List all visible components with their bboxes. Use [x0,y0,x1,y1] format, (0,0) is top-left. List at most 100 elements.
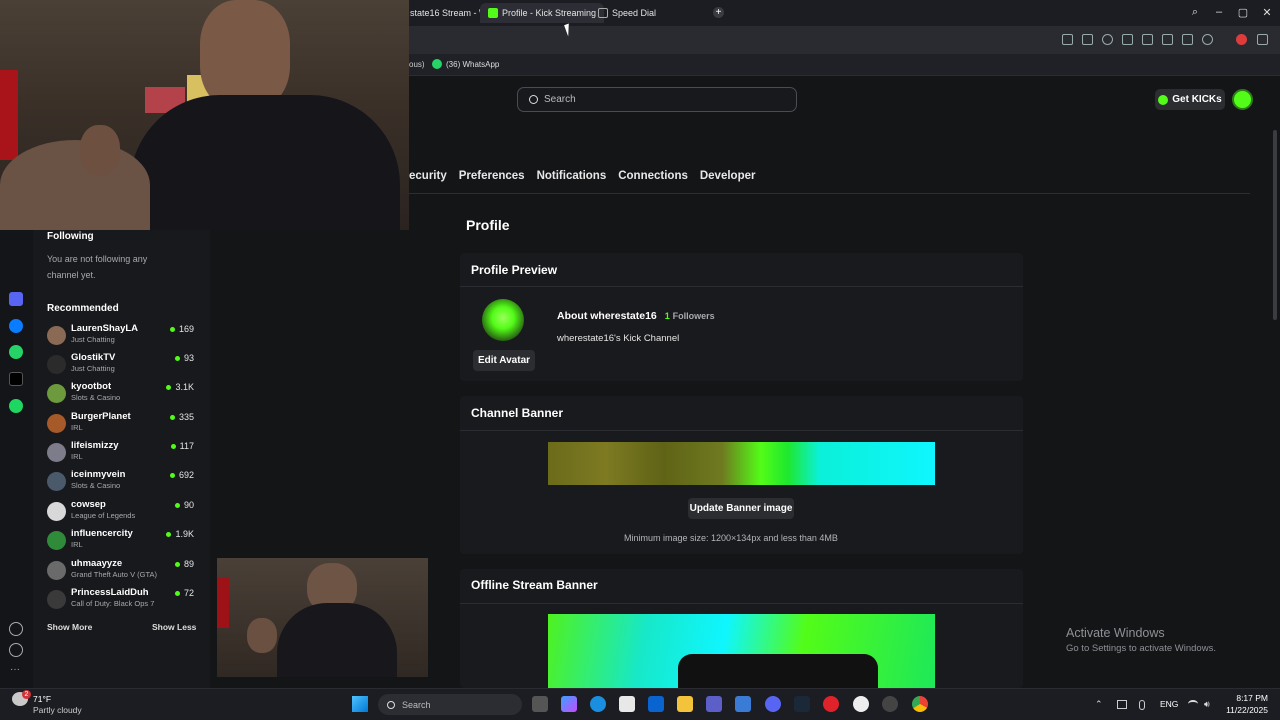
file-explorer-icon[interactable] [677,696,693,712]
recommended-channel[interactable]: uhmaayyze Grand Theft Auto V (GTA) 89 [47,557,197,584]
shield-icon[interactable] [1102,34,1113,45]
tab-preferences[interactable]: Preferences [459,170,525,186]
messenger-icon[interactable] [9,319,23,333]
profile-icon[interactable] [1202,34,1213,45]
more-icon[interactable]: ··· [10,664,20,675]
search-tabs-icon[interactable]: ⌕ [1188,6,1202,19]
tab-developer[interactable]: Developer [700,170,756,186]
channel-avatar [47,384,66,403]
discord-icon[interactable] [765,696,781,712]
whatsapp-icon[interactable] [9,345,23,359]
tab-security[interactable]: ecurity [409,170,447,186]
heart-icon[interactable] [9,622,23,636]
recommended-channel[interactable]: influencercity IRL 1.9K [47,527,197,554]
tab-speed-dial[interactable]: Speed Dial [590,3,664,23]
opera-icon[interactable] [1236,34,1247,45]
edge-icon[interactable] [590,696,606,712]
bookmark-item[interactable]: ous) [409,60,425,69]
tab-connections[interactable]: Connections [618,170,688,186]
camera-icon[interactable] [1082,34,1093,45]
recommended-channel[interactable]: GlostikTV Just Chatting 93 [47,351,197,378]
clock-time[interactable]: 8:17 PM [1226,693,1268,703]
channel-category: IRL [71,540,83,549]
channel-name: GlostikTV [71,352,116,363]
tab-notifications[interactable]: Notifications [537,170,607,186]
minimize-icon[interactable]: – [1212,6,1226,18]
play-icon[interactable] [1122,34,1133,45]
channel-description: wherestate16's Kick Channel [557,333,680,344]
app-icon[interactable] [735,696,751,712]
maximize-icon[interactable]: ▢ [1236,6,1250,19]
viewer-count-value: 335 [178,412,194,422]
outlook-icon[interactable] [648,696,664,712]
tray-icon[interactable] [1117,700,1127,709]
recommended-channel[interactable]: LaurenShayLA Just Chatting 169 [47,322,197,349]
channel-avatar [47,326,66,345]
download-icon[interactable] [1162,34,1173,45]
get-kicks-button[interactable]: Get KICKs [1155,89,1225,110]
offline-banner-title: Offline Stream Banner [471,578,598,592]
channel-avatar [47,472,66,491]
channel-name: BurgerPlanet [71,411,131,422]
recommended-channel[interactable]: lifeismizzy IRL 117 [47,439,197,466]
store-icon[interactable] [619,696,635,712]
channel-name: lifeismizzy [71,440,119,451]
live-dot-icon [170,443,176,449]
close-icon[interactable]: ✕ [1260,6,1274,19]
activate-windows-watermark: Activate Windows Go to Settings to activ… [1066,626,1216,654]
opera-gx-icon[interactable] [823,696,839,712]
person-face [80,125,120,175]
update-banner-button[interactable]: Update Banner image [688,498,794,519]
teams-icon[interactable] [706,696,722,712]
heart-icon[interactable] [1142,34,1153,45]
recommended-channel[interactable]: PrincessLaidDuh Call of Duty: Black Ops 7… [47,586,197,613]
page-scrollbar[interactable] [1273,130,1277,320]
edit-icon[interactable] [1062,34,1073,45]
start-button[interactable] [352,696,368,712]
followers-label: Followers [672,311,715,321]
new-tab-plus-icon[interactable]: + [713,7,724,18]
volume-icon[interactable]: 🔊︎ [1204,699,1210,710]
recommended-channel[interactable]: BurgerPlanet IRL 335 [47,410,197,437]
whatsapp-icon [432,59,442,69]
history-icon[interactable] [9,643,23,657]
panel-divider [460,430,1023,431]
user-avatar[interactable] [1232,89,1253,110]
channel-category: IRL [71,423,83,432]
tab-profile[interactable]: Profile - Kick Streaming [480,3,605,23]
tray-chevron-icon[interactable]: ⌃ [1095,699,1103,710]
profile-preview-panel: Profile Preview Edit Avatar About wheres… [460,253,1023,381]
show-more-button[interactable]: Show More [47,622,92,632]
search-input[interactable]: Search [517,87,797,112]
clock-date[interactable]: 11/22/2025 [1222,705,1268,715]
edit-avatar-button[interactable]: Edit Avatar [473,350,535,371]
recommended-channel[interactable]: cowsep League of Legends 90 [47,498,197,525]
x-icon[interactable] [9,372,23,386]
channel-name: LaurenShayLA [71,323,139,334]
wifi-icon[interactable] [1188,700,1198,708]
menu-icon[interactable] [1182,34,1193,45]
recommended-channel[interactable]: kyootbot Slots & Casino 3.1K [47,380,197,407]
banner-hint: Minimum image size: 1200×134px and less … [624,533,838,543]
extensions-icon[interactable] [1257,34,1268,45]
microphone-icon[interactable] [1139,700,1145,710]
show-less-button[interactable]: Show Less [152,622,196,632]
red-light [0,70,18,160]
recommended-channel[interactable]: iceinmyvein Slots & Casino 692 [47,468,197,495]
steam-icon[interactable] [794,696,810,712]
language-indicator[interactable]: ENG [1160,699,1178,709]
obs-icon[interactable] [853,696,869,712]
task-view-icon[interactable] [532,696,548,712]
app-icon[interactable] [882,696,898,712]
live-dot-icon [166,384,172,390]
chrome-icon[interactable] [912,696,928,712]
recommended-title: Recommended [47,303,119,314]
taskbar-search[interactable]: Search [378,694,522,715]
viewer-count: 1.9K [166,529,194,539]
copilot-icon[interactable] [561,696,577,712]
aria-icon[interactable] [9,292,23,306]
spotify-icon[interactable] [9,399,23,413]
channel-avatar [47,502,66,521]
bookmark-whatsapp[interactable]: (36) WhatsApp [446,60,499,69]
channel-category: Just Chatting [71,364,115,373]
